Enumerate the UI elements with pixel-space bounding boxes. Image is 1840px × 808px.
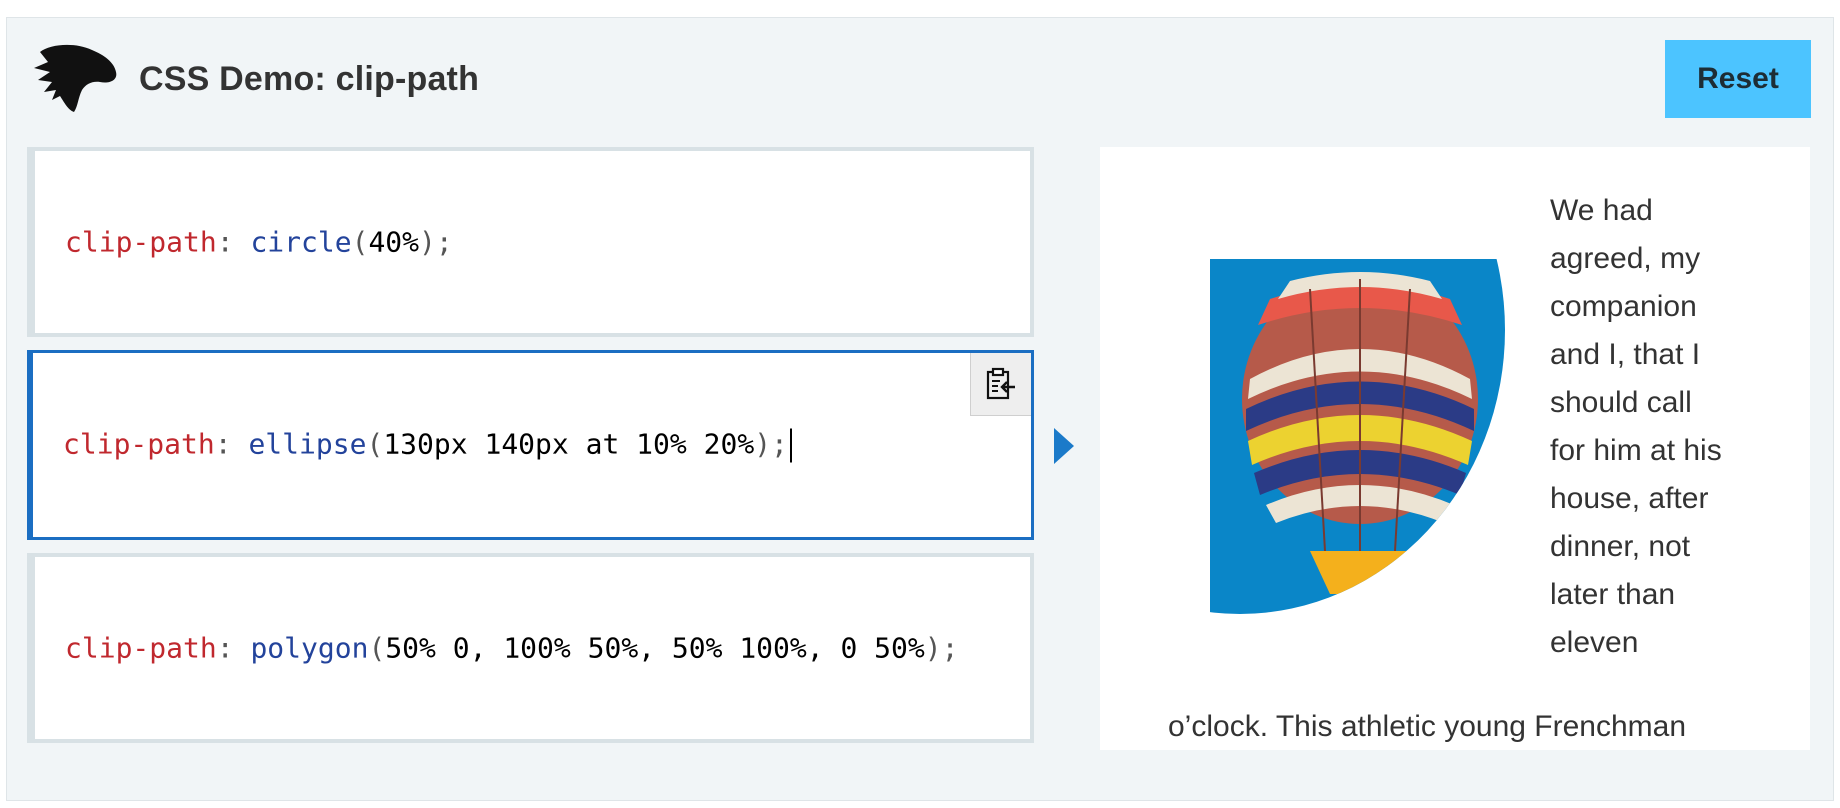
- clipboard-copy-icon: [986, 367, 1015, 400]
- paragraph-line: for him at his: [1550, 434, 1722, 467]
- output-panel: We had agreed, my companion and I, that I sh…: [1100, 147, 1810, 750]
- flowing-paragraph: We had agreed, my companion and I, that I sh…: [1550, 187, 1770, 667]
- paragraph-line: and I, that I: [1550, 338, 1701, 371]
- paragraph-line: later than: [1550, 578, 1676, 611]
- code-choice-circle[interactable]: clip-path: circle(40%);: [27, 147, 1034, 337]
- paragraph-line: We had: [1550, 194, 1653, 227]
- paragraph-continued-line: o’clock. This athletic young Frenchman: [1168, 710, 1687, 743]
- copy-button[interactable]: [970, 353, 1031, 416]
- hot-air-balloon-image: [1210, 259, 1505, 614]
- code-choice-polygon[interactable]: clip-path: polygon(50% 0, 100% 50%, 50% …: [27, 553, 1034, 743]
- output-arrow-icon: [1054, 428, 1074, 464]
- paragraph-line: eleven: [1550, 626, 1639, 659]
- code-choice-ellipse[interactable]: clip-path: ellipse(130px 140px at 10% 20…: [27, 350, 1034, 540]
- paragraph-line: should call: [1550, 386, 1692, 419]
- page-title: CSS Demo: clip-path: [139, 60, 480, 98]
- code-line[interactable]: clip-path: polygon(50% 0, 100% 50%, 50% …: [65, 632, 958, 665]
- paragraph-line: dinner, not: [1550, 530, 1691, 563]
- paragraph-line: house, after: [1550, 482, 1709, 515]
- text-caret: [789, 428, 792, 463]
- paragraph-line: agreed, my: [1550, 242, 1701, 275]
- reset-button[interactable]: Reset: [1665, 40, 1811, 118]
- dinosaur-logo-icon: [34, 44, 117, 112]
- code-line[interactable]: clip-path: ellipse(130px 140px at 10% 20…: [63, 428, 792, 463]
- paragraph-line: companion: [1550, 290, 1697, 323]
- code-line[interactable]: clip-path: circle(40%);: [65, 226, 453, 259]
